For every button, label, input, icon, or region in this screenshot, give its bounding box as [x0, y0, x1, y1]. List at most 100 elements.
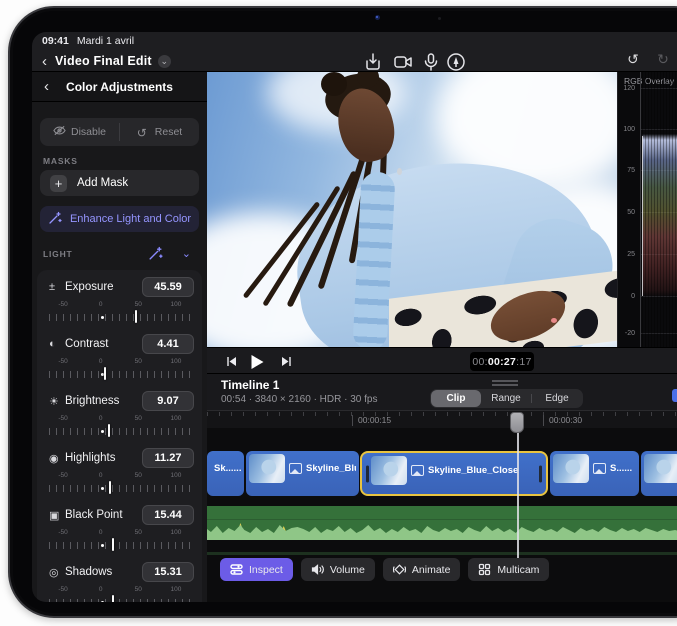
slider-cursor[interactable] — [112, 595, 114, 602]
panel-header: ‹ Color Adjustments — [32, 72, 207, 102]
import-media-icon[interactable] — [362, 52, 384, 72]
black-point-value[interactable]: 15.44 — [142, 505, 194, 525]
trim-handle-left[interactable] — [366, 465, 369, 482]
slider-cursor[interactable] — [112, 538, 114, 551]
back-chevron-icon[interactable]: ‹ — [42, 54, 47, 69]
playhead-handle[interactable] — [510, 412, 524, 433]
brightness-value[interactable]: 9.07 — [142, 391, 194, 411]
eye-slash-icon — [53, 125, 66, 139]
contrast-ruler[interactable]: -50050100 — [49, 358, 190, 380]
exposure-value[interactable]: 45.59 — [142, 277, 194, 297]
contrast-slider: ◐Contrast4.41 -50050100 — [37, 327, 202, 384]
timeline-clip[interactable]: Skyline_Blue_Wide — [246, 451, 359, 496]
shadows-icon: ◎ — [49, 566, 65, 579]
slider-cursor[interactable] — [104, 367, 106, 380]
light-section-header: LIGHT ⌄ — [32, 244, 207, 264]
skip-to-start-button[interactable] — [223, 348, 239, 375]
camera-icon[interactable] — [392, 52, 414, 72]
ruler-label: 00:00:30 — [543, 415, 582, 426]
slider-cursor[interactable] — [135, 310, 137, 323]
shadows-slider: ◎Shadows15.31 -50050100 — [37, 555, 202, 602]
panel-back-icon[interactable]: ‹ — [44, 79, 49, 94]
playhead-line[interactable] — [517, 412, 519, 580]
photo-icon — [289, 463, 302, 474]
timeline-header: Timeline 1 00:54 · 3840 × 2160 · HDR · 3… — [207, 374, 677, 410]
play-button[interactable] — [248, 348, 266, 375]
light-wand-icon[interactable] — [148, 246, 163, 261]
color-adjustments-panel: ‹ Color Adjustments Disable — [32, 72, 207, 602]
highlights-ruler[interactable]: -50050100 — [49, 472, 190, 494]
audio-track[interactable] — [207, 506, 677, 540]
mode-edge[interactable]: Edge — [532, 390, 582, 407]
reset-button[interactable]: ↺ Reset — [120, 118, 199, 146]
timeline-clip-selected[interactable]: Skyline_Blue_Close — [360, 451, 548, 496]
magic-wand-icon — [48, 211, 62, 228]
skip-to-end-button[interactable] — [278, 348, 294, 375]
shadows-value[interactable]: 15.31 — [142, 562, 194, 582]
timeline-overflow-button[interactable] — [672, 389, 677, 402]
exposure-icon: ± — [49, 281, 65, 293]
hair-bun — [321, 72, 347, 96]
slider-cursor[interactable] — [109, 481, 111, 494]
ipad-device-frame: 09:41Mardi 1 avril ‹ Video Final Edit ⌄ — [8, 6, 677, 618]
panel-drag-handle[interactable] — [492, 380, 518, 386]
clip-thumbnail — [553, 454, 589, 483]
highlights-value[interactable]: 11.27 — [142, 448, 194, 468]
timeline-meta: 00:54 · 3840 × 2160 · HDR · 30 fps — [221, 394, 377, 405]
clip-thumbnail — [644, 454, 677, 483]
redo-icon[interactable]: ↻ — [654, 51, 672, 68]
timeline-clip[interactable]: S...... — [550, 451, 639, 496]
mode-clip[interactable]: Clip — [431, 390, 481, 407]
timeline-name: Timeline 1 — [221, 378, 279, 392]
earring — [397, 168, 402, 175]
slider-cursor[interactable] — [108, 424, 110, 437]
screen: 09:41Mardi 1 avril ‹ Video Final Edit ⌄ — [32, 32, 677, 602]
black-point-ruler[interactable]: -50050100 — [49, 529, 190, 551]
plus-icon: + — [50, 175, 67, 192]
chevron-down-icon[interactable]: ⌄ — [158, 55, 171, 68]
disable-label: Disable — [71, 126, 106, 138]
bottom-mode-buttons: Inspect Volume Animate — [220, 558, 549, 581]
timeline-ruler[interactable]: 00:00:15 00:00:30 — [207, 410, 677, 428]
audio-sub-lane — [207, 552, 677, 555]
edit-mode-segmented-control: Clip Range Edge — [430, 389, 583, 408]
rgb-overlay-scope: RGB Overlay 1201007550250-20 — [617, 72, 677, 347]
undo-icon[interactable]: ↺ — [624, 51, 642, 68]
exposure-ruler[interactable]: -50050100 — [49, 301, 190, 323]
shadows-ruler[interactable]: -50050100 — [49, 586, 190, 602]
animate-button[interactable]: Animate — [383, 558, 461, 581]
enhance-light-color-button[interactable]: Enhance Light and Color — [40, 206, 199, 232]
status-bar: 09:41Mardi 1 avril — [42, 35, 134, 47]
light-label: LIGHT — [43, 249, 73, 259]
project-title[interactable]: Video Final Edit — [55, 54, 152, 68]
audio-waveform — [207, 520, 677, 540]
timeline-clip[interactable]: Sk...... — [207, 451, 244, 496]
disable-reset-group: Disable ↺ Reset — [40, 118, 199, 146]
brightness-ruler[interactable]: -50050100 — [49, 415, 190, 437]
add-mask-button[interactable]: + Add Mask — [40, 170, 199, 196]
collapse-chevron-icon[interactable]: ⌄ — [182, 247, 191, 260]
contrast-value[interactable]: 4.41 — [142, 334, 194, 354]
transport-bar: 00:00:27:17 — [207, 347, 677, 374]
inspect-button[interactable]: Inspect — [220, 558, 293, 581]
panel-title: Color Adjustments — [66, 80, 173, 94]
microphone-icon[interactable] — [420, 52, 442, 72]
timeline-tracks: Sk...... Skyline_Blue_Wide Skyline_Blue_… — [207, 428, 677, 602]
volume-button[interactable]: Volume — [301, 558, 375, 581]
disable-button[interactable]: Disable — [40, 118, 119, 146]
light-sliders-card: ±Exposure45.59 -50050100 ◐Contrast4.41 -… — [37, 270, 202, 602]
mode-range[interactable]: Range — [481, 390, 531, 407]
pencil-tools-icon[interactable] — [445, 52, 467, 72]
trim-handle-right[interactable] — [539, 465, 542, 482]
black-point-icon: ▣ — [49, 509, 65, 522]
exposure-slider: ±Exposure45.59 -50050100 — [37, 270, 202, 327]
brightness-slider: ☀Brightness9.07 -50050100 — [37, 384, 202, 441]
video-preview[interactable] — [207, 72, 617, 347]
multicam-button[interactable]: Multicam — [468, 558, 549, 581]
black-point-slider: ▣Black Point15.44 -50050100 — [37, 498, 202, 555]
timecode-display[interactable]: 00:00:27:17 — [470, 352, 534, 371]
contrast-icon: ◐ — [49, 338, 65, 350]
fingernail — [551, 318, 557, 323]
timeline-clip[interactable] — [641, 451, 677, 496]
top-bar: 09:41Mardi 1 avril ‹ Video Final Edit ⌄ — [32, 32, 677, 72]
